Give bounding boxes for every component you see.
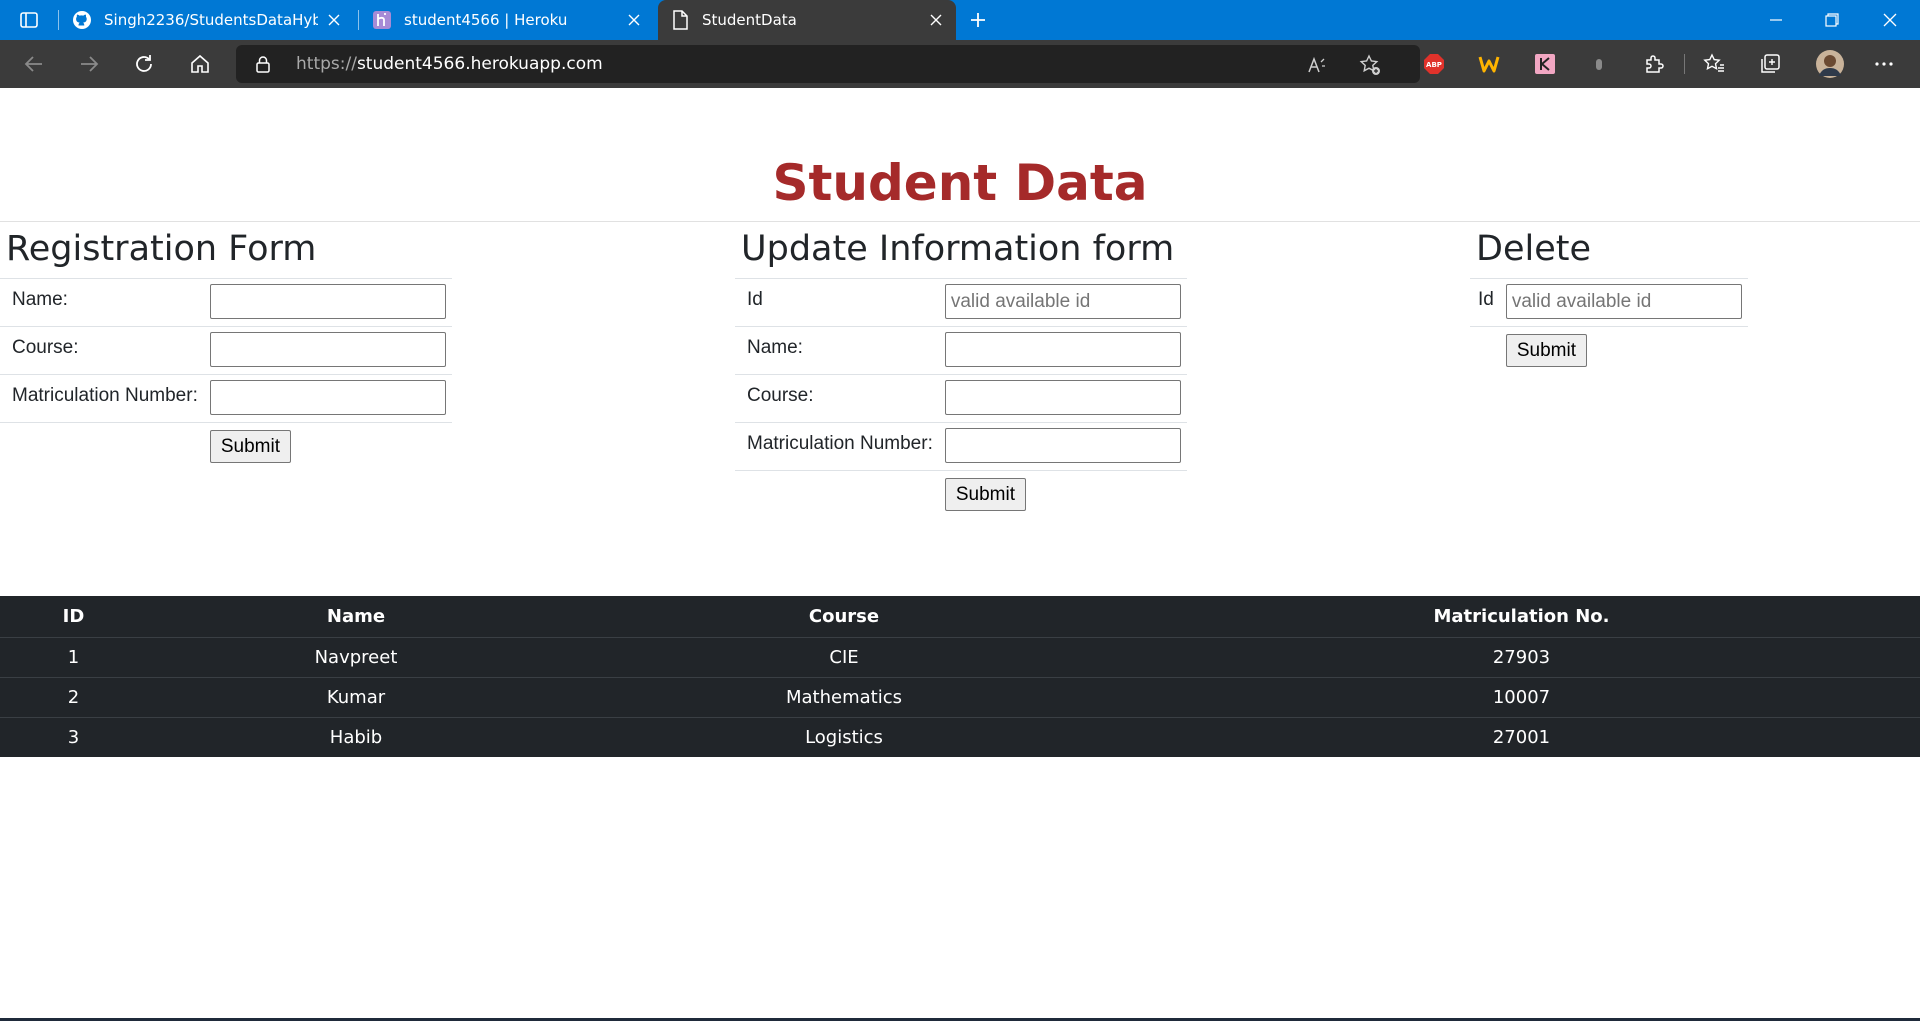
- cell-course: Logistics: [565, 716, 1123, 757]
- lock-icon[interactable]: [254, 55, 272, 73]
- registration-heading: Registration Form: [6, 229, 317, 269]
- toolbar-divider: [1684, 54, 1685, 74]
- w-extension-icon[interactable]: [1478, 53, 1500, 75]
- restore-button[interactable]: [1804, 0, 1860, 40]
- tab-studentdata[interactable]: StudentData: [658, 0, 956, 40]
- update-heading: Update Information form: [741, 229, 1175, 269]
- page-icon: [670, 10, 690, 30]
- collections-icon[interactable]: [1759, 53, 1781, 75]
- close-icon[interactable]: [326, 12, 342, 28]
- tab-heroku[interactable]: student4566 | Heroku: [360, 0, 654, 40]
- column-header-id: ID: [0, 596, 147, 638]
- delete-form: Delete Id Submit: [1470, 228, 1748, 375]
- table-header-row: ID Name Course Matriculation No.: [0, 596, 1920, 638]
- adblock-icon[interactable]: ABP: [1423, 53, 1445, 75]
- students-table: ID Name Course Matriculation No. 1 Navpr…: [0, 596, 1920, 757]
- course-label: Course:: [0, 326, 204, 375]
- matriculation-label: Matriculation Number:: [0, 374, 204, 423]
- page-content: Student Data Registration Form Name: Cou…: [0, 88, 1920, 1021]
- name-label: Name:: [0, 278, 204, 327]
- delete-heading: Delete: [1476, 229, 1591, 269]
- registration-form: Registration Form Name: Course: Matricul…: [0, 228, 452, 471]
- minimize-button[interactable]: [1748, 0, 1804, 40]
- table-row: 1 Navpreet CIE 27903: [0, 636, 1920, 677]
- delete-table: Id Submit: [1470, 278, 1748, 375]
- column-header-matriculation: Matriculation No.: [1123, 596, 1920, 638]
- github-icon: [72, 10, 92, 30]
- extensions-puzzle-icon[interactable]: [1643, 53, 1665, 75]
- back-icon[interactable]: [20, 50, 48, 78]
- registration-submit-button[interactable]: Submit: [209, 430, 291, 463]
- page-title: Student Data: [772, 154, 1148, 212]
- home-icon[interactable]: [186, 50, 214, 78]
- delete-id-input[interactable]: [1505, 284, 1742, 319]
- tab-title: student4566 | Heroku: [404, 11, 568, 29]
- tab-github[interactable]: Singh2236/StudentsDataHybern: [60, 0, 354, 40]
- registration-course-input[interactable]: [209, 332, 446, 367]
- close-icon[interactable]: [928, 12, 944, 28]
- favorites-icon[interactable]: [1703, 53, 1725, 75]
- refresh-icon[interactable]: [130, 50, 158, 78]
- cell-id: 3: [0, 716, 147, 757]
- empty-cell: [0, 422, 204, 471]
- cell-course: CIE: [565, 636, 1123, 677]
- address-bar[interactable]: https://student4566.herokuapp.com: [236, 45, 1420, 83]
- registration-matriculation-input[interactable]: [209, 380, 446, 415]
- id-label: Id: [1470, 278, 1500, 327]
- tab-title: Singh2236/StudentsDataHybern: [104, 11, 318, 29]
- cell-id: 1: [0, 636, 147, 677]
- update-submit-button[interactable]: Submit: [944, 478, 1026, 511]
- add-favorite-icon[interactable]: [1359, 54, 1381, 76]
- course-label: Course:: [735, 374, 939, 423]
- cell-name: Kumar: [147, 676, 565, 717]
- matriculation-label: Matriculation Number:: [735, 422, 939, 471]
- url-text[interactable]: https://student4566.herokuapp.com: [296, 54, 603, 74]
- update-name-input[interactable]: [944, 332, 1181, 367]
- table-row: 3 Habib Logistics 27001: [0, 716, 1920, 757]
- update-table: Id Name: Course: Matriculation Number: S…: [735, 278, 1187, 519]
- registration-table: Name: Course: Matriculation Number: Subm…: [0, 278, 452, 471]
- update-matriculation-input[interactable]: [944, 428, 1181, 463]
- delete-submit-button[interactable]: Submit: [1505, 334, 1587, 367]
- name-label: Name:: [735, 326, 939, 375]
- tab-separator: [58, 10, 59, 30]
- tab-actions-icon[interactable]: [18, 9, 40, 31]
- cell-matriculation: 27001: [1123, 716, 1920, 757]
- k-extension-icon[interactable]: [1534, 53, 1556, 75]
- more-menu-icon[interactable]: [1873, 53, 1895, 75]
- cell-course: Mathematics: [565, 676, 1123, 717]
- browser-tab-bar: Singh2236/StudentsDataHybern student4566…: [0, 0, 1920, 40]
- column-header-name: Name: [147, 596, 565, 638]
- column-header-course: Course: [565, 596, 1123, 638]
- heroku-icon: [372, 10, 392, 30]
- cell-matriculation: 10007: [1123, 676, 1920, 717]
- browser-toolbar: https://student4566.herokuapp.com: [0, 40, 1920, 88]
- read-aloud-icon[interactable]: [1306, 54, 1328, 76]
- table-row: 2 Kumar Mathematics 10007: [0, 676, 1920, 717]
- close-window-button[interactable]: [1862, 0, 1918, 40]
- close-icon[interactable]: [626, 12, 642, 28]
- cell-name: Habib: [147, 716, 565, 757]
- empty-cell: [735, 470, 939, 519]
- title-divider: [0, 221, 1920, 222]
- cell-name: Navpreet: [147, 636, 565, 677]
- empty-cell: [1470, 326, 1500, 375]
- tab-title: StudentData: [702, 11, 797, 29]
- id-label: Id: [735, 278, 939, 327]
- svg-text:ABP: ABP: [1426, 61, 1442, 69]
- update-course-input[interactable]: [944, 380, 1181, 415]
- new-tab-button[interactable]: [965, 8, 991, 32]
- cell-matriculation: 27903: [1123, 636, 1920, 677]
- avatar[interactable]: [1815, 49, 1845, 79]
- tab-separator: [358, 10, 359, 30]
- update-form: Update Information form Id Name: Course:…: [735, 228, 1187, 519]
- forward-icon[interactable]: [75, 50, 103, 78]
- extension-small-icon[interactable]: [1588, 53, 1610, 75]
- registration-name-input[interactable]: [209, 284, 446, 319]
- update-id-input[interactable]: [944, 284, 1181, 319]
- cell-id: 2: [0, 676, 147, 717]
